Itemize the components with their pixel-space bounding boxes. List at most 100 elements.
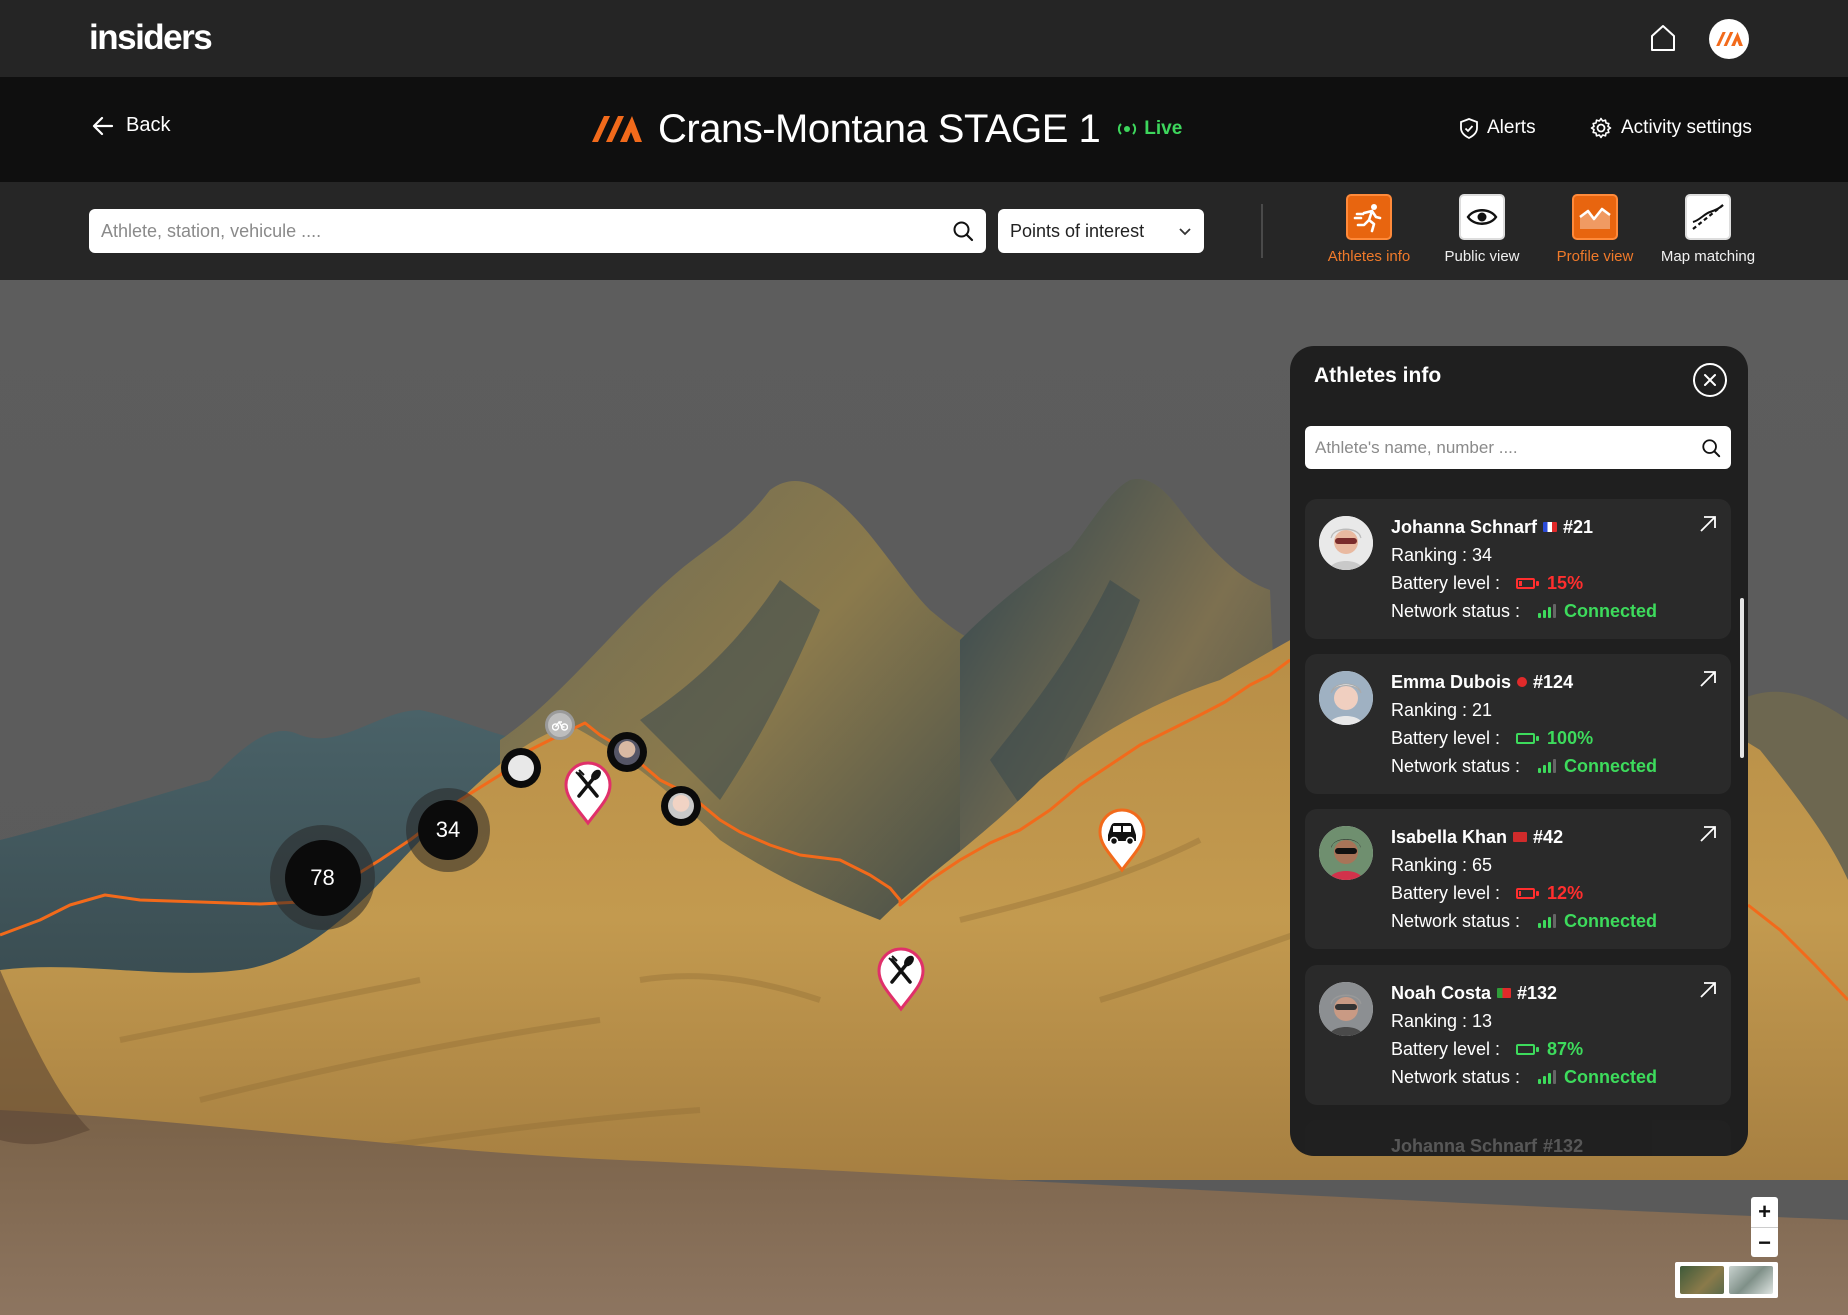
food-icon <box>877 947 925 1012</box>
shield-check-icon <box>1460 117 1478 139</box>
athlete-name: Isabella Khan <box>1391 827 1508 847</box>
expand-card-button[interactable] <box>1697 823 1719 845</box>
athlete-info: Emma Dubois #124 Ranking : 21 Battery le… <box>1391 668 1657 780</box>
layer-terrain-thumbnail[interactable] <box>1680 1266 1725 1294</box>
panel-scrollbar[interactable] <box>1740 598 1744 758</box>
battery-value: 12% <box>1547 883 1584 903</box>
panel-title: Athletes info <box>1314 364 1442 387</box>
athlete-card-partial[interactable]: Johanna Schnarf #132 <box>1305 1120 1731 1156</box>
athlete-card[interactable]: Noah Costa #132 Ranking : 13 Battery lev… <box>1305 965 1731 1105</box>
poi-select-label: Points of interest <box>1010 220 1145 241</box>
top-bar: insiders <box>0 0 1848 77</box>
brand-mark-icon <box>592 116 642 142</box>
athlete-card[interactable]: Emma Dubois #124 Ranking : 21 Battery le… <box>1305 654 1731 794</box>
athlete-cluster-78[interactable]: 78 <box>270 825 375 930</box>
points-of-interest-select[interactable]: Points of interest <box>998 209 1204 253</box>
tool-athletes-info-label: Athletes info <box>1327 248 1411 265</box>
athlete-info: Isabella Khan #42 Ranking : 65 Battery l… <box>1391 823 1657 935</box>
tool-athletes-info[interactable]: Athletes info <box>1314 194 1424 265</box>
live-label: Live <box>1144 118 1183 139</box>
athlete-ranking: Ranking : 34 <box>1391 545 1493 565</box>
network-value: Connected <box>1564 756 1658 776</box>
home-button[interactable] <box>1648 22 1678 54</box>
map-layer-switcher <box>1675 1262 1778 1298</box>
main-search-box <box>89 209 986 253</box>
athlete-face <box>668 793 694 819</box>
athlete-map-marker[interactable] <box>607 732 647 772</box>
tool-profile-view[interactable]: Profile view <box>1540 194 1650 265</box>
battery-label: Battery level : <box>1391 883 1501 903</box>
toolbar-divider <box>1261 204 1263 258</box>
athlete-name: Johanna Schnarf <box>1391 517 1538 537</box>
zoom-out-button[interactable]: − <box>1751 1228 1778 1257</box>
athlete-map-marker[interactable] <box>501 748 541 788</box>
user-avatar[interactable] <box>1709 19 1749 59</box>
athlete-search-input[interactable] <box>1315 437 1701 458</box>
search-icon[interactable] <box>1701 438 1721 458</box>
zoom-control: + − <box>1751 1197 1778 1257</box>
back-label: Back <box>126 114 171 136</box>
main-search-input[interactable] <box>101 220 952 242</box>
back-button[interactable]: Back <box>92 114 170 137</box>
network-label: Network status : <box>1391 601 1521 621</box>
athlete-number: #42 <box>1533 827 1564 847</box>
battery-label: Battery level : <box>1391 573 1501 593</box>
activity-settings-button[interactable]: Activity settings <box>1590 117 1752 139</box>
expand-card-button[interactable] <box>1697 668 1719 690</box>
athlete-face <box>614 739 640 765</box>
signal-icon <box>1538 604 1557 618</box>
bike-marker[interactable] <box>545 710 575 740</box>
athlete-face <box>508 755 534 781</box>
athlete-number: #21 <box>1563 517 1594 537</box>
network-value: Connected <box>1564 601 1658 621</box>
app-logo[interactable]: insiders <box>89 18 213 58</box>
athlete-number: #124 <box>1533 672 1574 692</box>
athlete-list[interactable]: Johanna Schnarf #21 Ranking : 34 Battery… <box>1305 499 1731 1156</box>
battery-low-icon <box>1516 887 1540 899</box>
vehicle-poi-marker[interactable] <box>1097 807 1147 878</box>
athlete-avatar <box>1319 982 1373 1036</box>
tool-map-matching-label: Map matching <box>1660 248 1756 265</box>
food-poi-marker[interactable] <box>563 760 613 831</box>
zoom-in-button[interactable]: + <box>1751 1197 1778 1227</box>
arrow-up-right-icon <box>1700 982 1716 998</box>
network-value: Connected <box>1564 1067 1658 1087</box>
network-label: Network status : <box>1391 1067 1521 1087</box>
arrow-left-icon <box>92 116 114 135</box>
search-icon[interactable] <box>952 220 974 242</box>
close-icon <box>1704 374 1716 386</box>
tool-profile-view-label: Profile view <box>1556 248 1634 265</box>
athlete-card[interactable]: Johanna Schnarf #21 Ranking : 34 Battery… <box>1305 499 1731 639</box>
cluster-count: 34 <box>418 800 478 860</box>
network-label: Network status : <box>1391 911 1521 931</box>
athlete-cluster-34[interactable]: 34 <box>406 788 490 872</box>
athlete-map-marker[interactable] <box>661 786 701 826</box>
profile-chart-icon <box>1572 194 1618 240</box>
tool-public-view[interactable]: Public view <box>1427 194 1537 265</box>
alerts-button[interactable]: Alerts <box>1460 117 1536 139</box>
layer-satellite-thumbnail[interactable] <box>1728 1266 1773 1294</box>
panel-close-button[interactable] <box>1693 363 1727 397</box>
athlete-avatar <box>1319 516 1373 570</box>
bike-icon <box>552 720 568 731</box>
battery-label: Battery level : <box>1391 1039 1501 1059</box>
flag-morocco-icon <box>1513 832 1528 842</box>
battery-label: Battery level : <box>1391 728 1501 748</box>
athlete-number: #132 <box>1543 1136 1584 1156</box>
athlete-card[interactable]: Isabella Khan #42 Ranking : 65 Battery l… <box>1305 809 1731 949</box>
tool-map-matching[interactable]: Map matching <box>1653 194 1763 265</box>
athlete-name: Noah Costa <box>1391 983 1492 1003</box>
live-badge: Live <box>1116 118 1182 140</box>
battery-value: 87% <box>1547 1039 1584 1059</box>
route-matching-icon <box>1685 194 1731 240</box>
food-poi-marker[interactable] <box>876 946 926 1017</box>
expand-card-button[interactable] <box>1697 513 1719 535</box>
expand-card-button[interactable] <box>1697 979 1719 1001</box>
home-icon <box>1651 25 1675 51</box>
food-icon <box>564 761 612 826</box>
chevron-down-icon <box>1179 228 1191 236</box>
gear-icon <box>1590 117 1612 139</box>
athlete-search-box <box>1305 426 1731 469</box>
battery-ok-icon <box>1516 1043 1540 1055</box>
title-bar: Back Crans-Montana STAGE 1 Live Alerts A… <box>0 77 1848 182</box>
